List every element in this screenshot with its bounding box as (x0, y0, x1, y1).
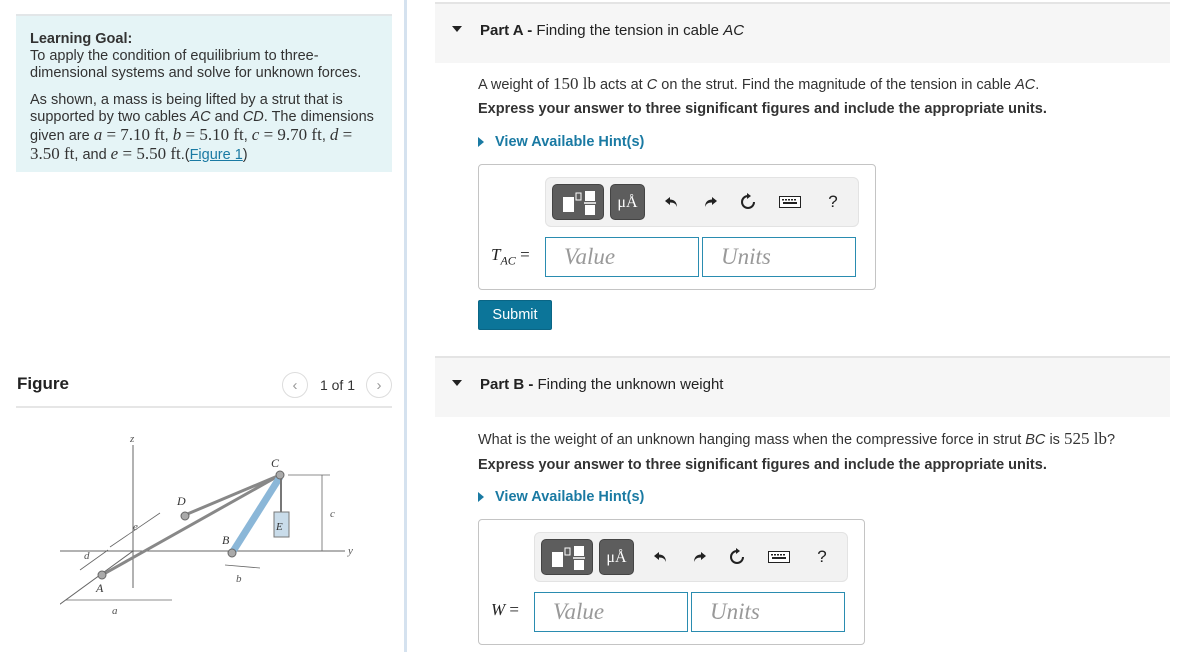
undo-icon[interactable] (649, 545, 673, 569)
part-a-title: Part A - Finding the tension in cable AC (480, 22, 745, 39)
help-icon[interactable]: ? (821, 190, 845, 214)
figure-title: Figure (17, 374, 69, 393)
units-button[interactable]: μÅ (599, 539, 634, 575)
templates-icon (552, 546, 585, 570)
label-a-dim: a (112, 605, 118, 617)
part-b-math-toolbar: μÅ ? (534, 532, 848, 582)
chevron-right-icon: › (376, 376, 382, 394)
label-b-dim: b (236, 573, 242, 585)
label-b-point: B (222, 533, 230, 547)
part-b-variable-label: W = (491, 600, 520, 619)
figure-header: Figure ‹ 1 of 1 › (16, 372, 392, 408)
dim-b-line (224, 564, 261, 569)
caret-right-icon (478, 137, 484, 147)
strut-diagram-svg: z y x E A B C D (37, 433, 353, 619)
support-d (180, 511, 190, 521)
learning-goal-title: Learning Goal: (30, 31, 133, 47)
part-a-submit-button[interactable]: Submit (478, 300, 552, 330)
templates-button[interactable] (552, 184, 604, 220)
keyboard-icon[interactable] (778, 190, 802, 214)
label-c-point: C (271, 456, 280, 470)
right-pane: Part A - Finding the tension in cable AC… (407, 0, 1200, 652)
learning-goal-box: Learning Goal: To apply the condition of… (16, 14, 392, 172)
caret-right-icon (478, 492, 484, 502)
dim-c: c = 9.70 ft (251, 125, 322, 144)
collapse-caret-icon[interactable] (452, 26, 462, 32)
part-a-question: A weight of 150 lb acts at C on the stru… (478, 74, 1040, 93)
help-icon[interactable]: ? (810, 545, 834, 569)
joint-c (275, 470, 285, 480)
support-b (227, 548, 237, 558)
learning-goal-text: To apply the condition of equilibrium to… (30, 48, 362, 81)
part-a-math-toolbar: μÅ ? (545, 177, 859, 227)
reset-icon[interactable] (725, 545, 749, 569)
support-a (97, 570, 107, 580)
part-b-units-input[interactable]: Units (691, 592, 845, 632)
part-a-answer-box: μÅ ? TAC = Value Units (478, 164, 876, 290)
part-a-value-input[interactable]: Value (545, 237, 699, 277)
dim-e: e = 5.50 ft (110, 144, 181, 163)
dim-a: a = 7.10 ft (93, 125, 165, 144)
z-axis-label: z (129, 433, 135, 445)
undo-icon[interactable] (660, 190, 684, 214)
reset-icon[interactable] (736, 190, 760, 214)
part-b-answer-box: μÅ ? W = Value Units (478, 519, 865, 645)
label-d-dim: d (84, 550, 90, 562)
part-b-instruction: Express your answer to three significant… (478, 457, 1047, 473)
label-c-dim: c (330, 508, 335, 520)
keyboard-icon[interactable] (767, 545, 791, 569)
units-button[interactable]: μÅ (610, 184, 645, 220)
part-a-variable-label: TAC = (491, 245, 530, 268)
label-a-point: A (95, 581, 104, 595)
part-a-instruction: Express your answer to three significant… (478, 101, 1047, 117)
part-b-title: Part B - Finding the unknown weight (480, 376, 724, 393)
part-b-question: What is the weight of an unknown hanging… (478, 429, 1116, 448)
redo-icon[interactable] (698, 190, 722, 214)
dim-b: b = 5.10 ft (172, 125, 244, 144)
label-d-point: D (176, 494, 186, 508)
part-a-header[interactable]: Part A - Finding the tension in cable AC (435, 2, 1170, 63)
templates-button[interactable] (541, 539, 593, 575)
part-a-units-input[interactable]: Units (702, 237, 856, 277)
templates-icon (563, 191, 596, 215)
redo-icon[interactable] (687, 545, 711, 569)
collapse-caret-icon[interactable] (452, 380, 462, 386)
left-pane: Learning Goal: To apply the condition of… (0, 0, 405, 652)
part-b-hint-toggle[interactable]: View Available Hint(s) (478, 489, 644, 505)
pager-count: 1 of 1 (319, 377, 355, 393)
y-axis-label: y (347, 545, 353, 557)
part-b-value-input[interactable]: Value (534, 592, 688, 632)
part-a-hint-toggle[interactable]: View Available Hint(s) (478, 134, 644, 150)
previous-figure-button[interactable]: ‹ (281, 372, 308, 398)
figure-pager: ‹ 1 of 1 › (281, 372, 392, 398)
next-figure-button[interactable]: › (366, 372, 392, 398)
part-b-header[interactable]: Part B - Finding the unknown weight (435, 356, 1170, 417)
label-e-mass: E (275, 521, 283, 533)
chevron-left-icon: ‹ (292, 376, 298, 394)
label-e-dim: e (133, 521, 138, 533)
strut-diagram: z y x E A B C D (37, 420, 360, 620)
problem-statement: As shown, a mass is being lifted by a st… (30, 92, 374, 163)
figure-link[interactable]: Figure 1 (190, 147, 243, 163)
